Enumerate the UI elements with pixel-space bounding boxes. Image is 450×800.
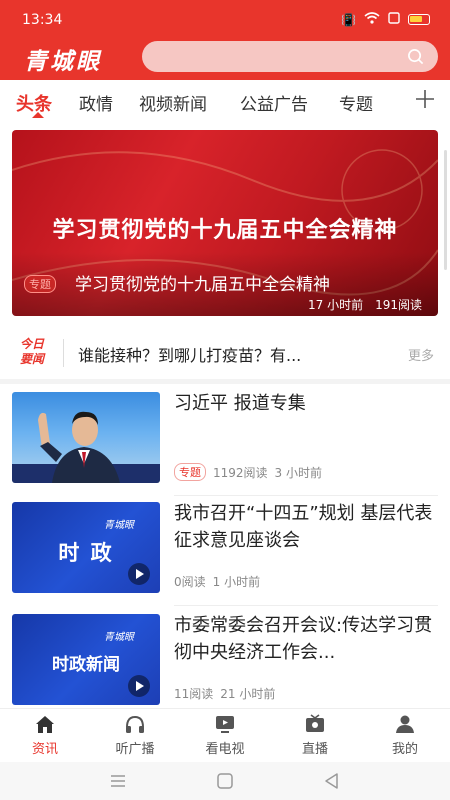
news-meta: 专题 1192阅读 3 小时前 — [174, 463, 322, 481]
user-icon — [396, 715, 414, 733]
news-title: 我市召开“十四五”规划 基层代表征求意见座谈会 — [174, 503, 433, 551]
sim-icon — [388, 12, 400, 27]
news-title: 习近平 报道专集 — [174, 393, 306, 414]
nav-tv[interactable]: 看电视 — [180, 713, 270, 757]
banner-caption: 学习贯彻党的十九届五中全会精神 — [75, 275, 330, 295]
badge-line-1: 今日 — [19, 337, 44, 351]
thumbnail-logo: 青城眼 — [104, 632, 134, 643]
app-header: 13:34 📳 青城眼 — [0, 0, 450, 80]
scrollbar[interactable] — [444, 150, 447, 270]
badge-line-2: 要闻 — [19, 352, 44, 366]
news-meta: 11阅读 21 小时前 — [174, 685, 275, 702]
nav-label: 直播 — [301, 742, 328, 757]
category-tabs: 头条 政情 视频新闻 公益广告 专题 — [0, 80, 450, 122]
tab-public-ads[interactable]: 公益广告 — [240, 90, 308, 115]
news-item[interactable]: 习近平 报道专集 专题 1192阅读 3 小时前 — [0, 384, 450, 496]
vibrate-icon: 📳 — [341, 12, 356, 27]
read-count: 0阅读 — [174, 575, 206, 589]
status-icons: 📳 — [341, 12, 430, 27]
thumbnail-logo: 青城眼 — [104, 520, 134, 531]
wifi-icon — [364, 12, 380, 27]
nav-live[interactable]: 直播 — [270, 713, 360, 757]
nav-label: 看电视 — [205, 742, 245, 757]
banner-time: 17 小时前 — [308, 298, 364, 312]
ticker-headline[interactable]: 谁能接种？到哪儿打疫苗？有... — [78, 342, 378, 366]
news-title: 市委常委会召开会议:传达学习贯彻中央经济工作会... — [174, 615, 433, 663]
tab-topics[interactable]: 专题 — [339, 90, 373, 115]
ticker-divider — [63, 339, 64, 367]
app-logo: 青城眼 — [24, 48, 102, 75]
thumbnail-title: 时政新闻 — [52, 655, 120, 675]
menu-icon[interactable] — [108, 771, 128, 791]
home-button-icon[interactable] — [215, 771, 235, 791]
video-thumbnail: 青城眼 时政新闻 — [12, 614, 160, 705]
topic-tag: 专题 — [174, 463, 206, 481]
feature-banner[interactable]: 学习贯彻党的十九届五中全会精神 专题 学习贯彻党的十九届五中全会精神 17 小时… — [12, 130, 438, 316]
tab-politics[interactable]: 政情 — [79, 90, 113, 115]
portrait-image — [12, 411, 160, 483]
news-item[interactable]: 青城眼 时 政 我市召开“十四五”规划 基层代表征求意见座谈会 0阅读 1 小时… — [0, 494, 450, 606]
bottom-navigation: 资讯 听广播 看电视 直播 我的 — [0, 708, 450, 762]
system-navigation-bar — [0, 762, 450, 800]
nav-radio[interactable]: 听广播 — [90, 713, 180, 757]
todays-news-ticker[interactable]: 今日 要闻 谁能接种？到哪儿打疫苗？有... 更多 — [0, 327, 450, 379]
plus-icon[interactable] — [414, 88, 436, 110]
headphones-icon — [126, 715, 144, 733]
more-link[interactable]: 更多 — [408, 345, 434, 364]
publish-time: 3 小时前 — [274, 465, 322, 480]
tab-active-indicator — [32, 112, 44, 118]
news-meta: 0阅读 1 小时前 — [174, 573, 260, 590]
read-count: 11阅读 — [174, 687, 214, 701]
publish-time: 1 小时前 — [212, 575, 261, 589]
nav-label: 听广播 — [115, 742, 155, 757]
search-icon[interactable] — [407, 48, 424, 65]
news-item[interactable]: 青城眼 时政新闻 市委常委会召开会议:传达学习贯彻中央经济工作会... 11阅读… — [0, 606, 450, 718]
publish-time: 21 小时前 — [220, 687, 276, 701]
back-icon[interactable] — [322, 771, 342, 791]
banner-headline: 学习贯彻党的十九届五中全会精神 — [52, 218, 398, 243]
banner-meta: 17 小时前 191阅读 — [308, 296, 422, 313]
banner-topic-tag: 专题 — [24, 275, 56, 293]
play-icon — [128, 563, 150, 585]
todays-news-badge: 今日 要闻 — [14, 337, 50, 367]
nav-news[interactable]: 资讯 — [0, 713, 90, 757]
live-icon — [306, 714, 324, 732]
nav-label: 我的 — [391, 742, 418, 757]
home-icon — [36, 716, 54, 733]
search-input[interactable] — [142, 41, 438, 72]
status-time: 13:34 — [22, 12, 63, 28]
play-icon — [128, 675, 150, 697]
nav-profile[interactable]: 我的 — [360, 713, 450, 757]
read-count: 1192阅读 — [213, 465, 268, 480]
news-thumbnail — [12, 392, 160, 483]
video-thumbnail: 青城眼 时 政 — [12, 502, 160, 593]
tab-video-news[interactable]: 视频新闻 — [139, 90, 207, 115]
nav-label: 资讯 — [31, 742, 58, 757]
battery-icon — [408, 14, 430, 25]
status-bar: 13:34 📳 — [0, 0, 450, 40]
banner-reads: 191阅读 — [375, 298, 422, 312]
tv-icon — [216, 716, 234, 733]
